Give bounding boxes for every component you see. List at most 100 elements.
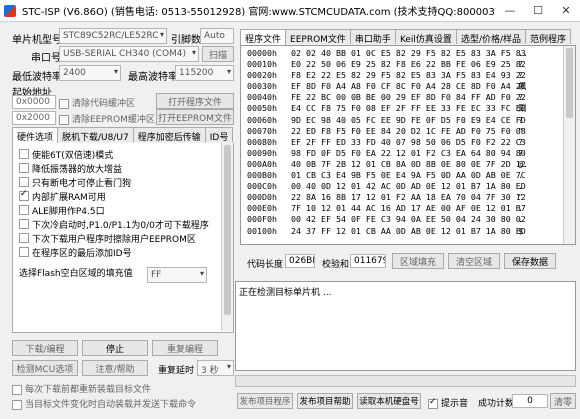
option-xram[interactable]: 内部扩展RAM可用 xyxy=(19,189,217,203)
hex-ascii: . xyxy=(518,203,523,214)
option-low-gain[interactable]: 降低振荡器的放大增益 xyxy=(19,161,217,175)
option-add-id[interactable]: 在程序区的最后添加ID号 xyxy=(19,245,217,259)
title-bar: STC-ISP (V6.86O) (销售电话: 0513-55012928) 官… xyxy=(0,0,580,22)
hex-view[interactable]: 00000h 02 02 40 BB 01 0C E5 82 29 F5 82 E… xyxy=(240,45,576,245)
reprogram-button[interactable]: 重复编程 xyxy=(152,340,218,356)
minimize-icon[interactable]: — xyxy=(496,0,524,22)
hex-row: 00070h 22 ED F8 F5 F0 EE 84 20 D2 1C FE A… xyxy=(247,126,575,137)
hardware-tabs: 硬件选项 脱机下载/U8/U7 程序加密后传输 ID号 xyxy=(12,127,234,144)
auto-send-checkbox[interactable]: 当目标文件变化时自动装载并发送下载命令 xyxy=(12,397,196,410)
scan-button[interactable]: 扫描 xyxy=(202,46,234,62)
open-program-button[interactable]: 打开程序文件 xyxy=(156,93,234,109)
mcu-label: 单片机型号 xyxy=(12,35,62,46)
hex-bytes: 22 ED F8 F5 F0 EE 84 20 D2 1C FE AD F0 7… xyxy=(291,125,526,136)
checksum-label: 校验和 xyxy=(322,260,350,270)
tab-keil[interactable]: Keil仿真设置 xyxy=(394,29,457,45)
hex-row: 00020h F8 E2 22 E5 82 29 F5 82 E5 83 3A F… xyxy=(247,70,575,81)
flash-fill-select[interactable]: FF ▾ xyxy=(147,267,207,283)
option-ale[interactable]: ALE脚用作P4.5口 xyxy=(19,203,217,217)
addr2-input[interactable]: 0x2000 xyxy=(12,111,56,125)
hex-address: 00050h xyxy=(247,103,277,114)
checkbox-icon xyxy=(59,114,69,125)
close-icon[interactable]: ✕ xyxy=(552,0,580,22)
hex-bytes: 9D EC 98 40 05 FC EE 9D FE 0F D5 F0 E9 E… xyxy=(291,114,526,125)
clear-count-button[interactable]: 清零 xyxy=(550,393,576,409)
success-count-value: 0 xyxy=(512,394,548,408)
tab-program-file[interactable]: 程序文件 xyxy=(240,29,287,45)
checkbox-icon xyxy=(12,384,22,395)
addr1-input[interactable]: 0x0000 xyxy=(12,95,56,109)
hex-ascii: ? xyxy=(518,70,523,81)
hex-ascii: .. xyxy=(518,48,528,58)
open-eeprom-button[interactable]: 打开EEPROM文件 xyxy=(156,109,234,125)
code-length-value: 026BH xyxy=(285,254,315,268)
delay-select[interactable]: 3 秒 ▾ xyxy=(197,360,234,376)
pin-select[interactable]: Auto xyxy=(200,28,234,44)
hex-row: 00040h FE 22 BC 00 0B BE 00 29 EF 8D F0 8… xyxy=(247,92,575,103)
flash-fill-label: 选择Flash空白区域的填充值 xyxy=(19,268,133,279)
tab-serial-helper[interactable]: 串口助手 xyxy=(349,29,396,45)
tab-examples[interactable]: 范例程序 xyxy=(525,29,572,45)
check-mcu-button[interactable]: 检测MCU选项 xyxy=(12,360,78,376)
options-scrollbar[interactable] xyxy=(221,143,233,331)
window-title: STC-ISP (V6.86O) (销售电话: 0513-55012928) 官… xyxy=(22,7,496,18)
hex-ascii: ? xyxy=(518,92,523,103)
publish-program-button[interactable]: 发布项目程序 xyxy=(237,393,293,409)
hex-row: 00080h EF 2F FF ED 33 FD 40 07 98 50 06 D… xyxy=(247,137,575,148)
hex-address: 000B0h xyxy=(247,170,277,181)
hex-bytes: E4 CC F8 75 F0 08 EF 2F FF EE 33 FE EC 3… xyxy=(291,103,526,114)
hex-bytes: 00 40 0D 12 01 42 AC 0D AD 0E 12 01 B7 1… xyxy=(291,181,526,192)
hex-address: 00010h xyxy=(247,59,277,70)
tab-encrypt[interactable]: 程序加密后传输 xyxy=(132,127,206,143)
option-watchdog[interactable]: 只有断电才可停止看门狗 xyxy=(19,175,217,189)
hex-address: 00000h xyxy=(247,48,277,58)
min-baud-label: 最低波特率 xyxy=(12,72,62,83)
clear-code-checkbox[interactable]: 清除代码缓冲区 xyxy=(59,96,135,109)
hex-row: 000A0h 40 0B 7F 2B 12 01 CB 8A 0D 8B 0E 8… xyxy=(247,159,575,170)
download-button[interactable]: 下载/编程 xyxy=(12,340,78,356)
clear-eeprom-checkbox[interactable]: 清除EEPROM缓冲区 xyxy=(59,112,155,125)
app-logo-icon xyxy=(4,4,16,17)
hex-address: 00080h xyxy=(247,136,277,147)
mcu-select[interactable]: STC89C52RC/LE52RC ▾ xyxy=(59,28,167,44)
tab-id[interactable]: ID号 xyxy=(204,127,234,143)
checkbox-icon xyxy=(19,149,29,159)
port-select[interactable]: USB-SERIAL CH340 (COM4) ▾ xyxy=(59,46,199,62)
hex-address: 00030h xyxy=(247,81,277,92)
help-button[interactable]: 注意/帮助 xyxy=(82,360,148,376)
hex-ascii: @. xyxy=(518,158,528,169)
min-baud-select[interactable]: 2400 ▾ xyxy=(59,65,121,81)
hex-row: 000B0h 01 CB C3 E4 9B F5 0E E4 9A F5 0D A… xyxy=(247,170,575,181)
hex-scrollbar[interactable] xyxy=(563,46,575,244)
tone-checkbox[interactable]: 提示音 xyxy=(428,396,468,409)
success-count-label: 成功计数 xyxy=(478,399,515,409)
hex-address: 000C0h xyxy=(247,181,277,192)
stop-button[interactable]: 停止 xyxy=(82,340,148,356)
tab-hardware[interactable]: 硬件选项 xyxy=(12,127,59,143)
hardware-panel: 使能6T(双倍速)模式 降低振荡器的放大增益 只有断电才可停止看门狗 内部扩展R… xyxy=(12,143,234,333)
max-baud-select[interactable]: 115200 ▾ xyxy=(175,65,234,81)
tab-selection[interactable]: 选型/价格/样品 xyxy=(455,29,527,45)
hex-row: 00100h 24 37 FF 12 01 CB AA 0D AB 0E 12 0… xyxy=(247,226,575,237)
hex-row: 000D0h 22 8A 16 8B 17 12 01 F2 AA 18 EA 7… xyxy=(247,192,575,203)
hex-address: 00040h xyxy=(247,92,277,103)
checkbox-icon xyxy=(19,163,29,173)
hex-ascii: . xyxy=(518,170,523,181)
option-6t[interactable]: 使能6T(双倍速)模式 xyxy=(19,147,217,161)
hex-address: 00090h xyxy=(247,147,277,158)
publish-help-button[interactable]: 发布项目帮助 xyxy=(297,393,353,409)
fill-region-button[interactable]: 区域填充 xyxy=(392,253,444,269)
tab-offline[interactable]: 脱机下载/U8/U7 xyxy=(57,127,134,143)
checkbox-checked-icon xyxy=(428,397,438,409)
maximize-icon[interactable]: ☐ xyxy=(524,0,552,22)
option-cold-start[interactable]: 下次冷启动时,P1.0/P1.1为0/0才可下载程序 xyxy=(19,217,217,231)
tab-eeprom-file[interactable]: EEPROM文件 xyxy=(285,29,351,45)
hex-bytes: 00 42 EF 54 0F FE C3 94 0A EE 50 04 24 3… xyxy=(291,214,526,225)
save-data-button[interactable]: 保存数据 xyxy=(504,253,556,269)
option-erase-eeprom[interactable]: 下次下载用户程序时擦除用户EEPROM区 xyxy=(19,231,217,245)
checkbox-icon xyxy=(19,219,29,229)
hex-row: 000C0h 00 40 0D 12 01 42 AC 0D AD 0E 12 0… xyxy=(247,181,575,192)
read-disk-id-button[interactable]: 读取本机硬盘号 xyxy=(357,393,421,409)
reload-checkbox[interactable]: 每次下载前都重新装载目标文件 xyxy=(12,382,151,395)
clear-region-button[interactable]: 清空区域 xyxy=(448,253,500,269)
